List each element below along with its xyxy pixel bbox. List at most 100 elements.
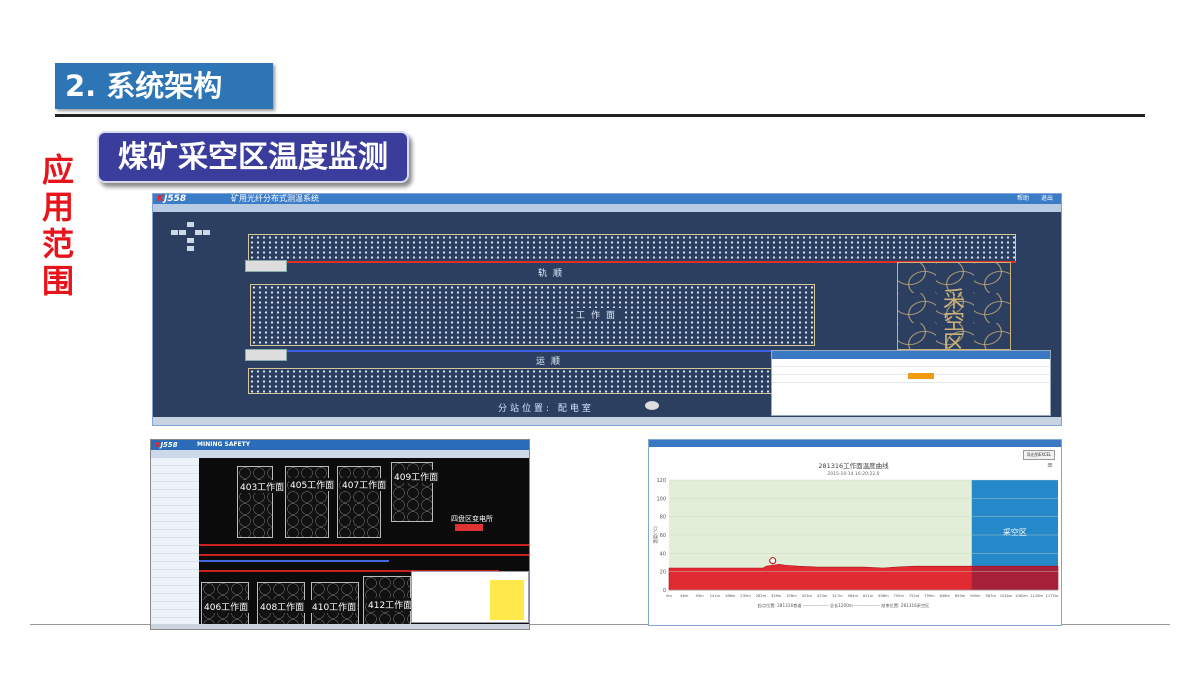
sidebar-item[interactable] (151, 530, 199, 538)
x-tick-label: 940m (970, 594, 981, 598)
mine-data-panel (411, 571, 529, 623)
sidebar-item[interactable] (151, 546, 199, 554)
zone-label-403: 403工作面 (239, 480, 286, 493)
roadway-bottom-label: 运顺 (536, 357, 567, 367)
menu-exit[interactable]: 退出 (1041, 195, 1053, 202)
x-tick-label: 329m (771, 594, 782, 598)
zone-label-406: 406工作面 (203, 600, 250, 613)
x-tick-label: 752m (909, 594, 920, 598)
x-tick-label: 1175m (1046, 594, 1059, 598)
info-bar (153, 204, 1061, 212)
alarm-table (771, 350, 1051, 416)
sidebar-item[interactable] (151, 554, 199, 562)
station-box-bottom[interactable] (245, 349, 287, 361)
chart-title: 281316工作面温度曲线 (818, 461, 889, 470)
workface-block (250, 284, 815, 346)
mine-sidebar (151, 458, 200, 629)
app-title: 矿用光纤分布式测温系统 (231, 194, 319, 203)
x-tick-label: 611m (863, 594, 874, 598)
x-tick-label: 46m (680, 594, 689, 598)
substation-label: 四盘区变电所 (451, 515, 493, 523)
x-tick-label: 846m (940, 594, 951, 598)
goaf-label: 采空区 (943, 288, 966, 357)
mine-titlebar: KJ558 MINING SAFETY (151, 440, 529, 450)
mine-taskbar (151, 624, 529, 629)
goaf-temperature-area (971, 566, 1058, 590)
x-tick-label: 705m (894, 594, 905, 598)
temperature-chart-window: 导出到EXCEL ≡ 0 20 40 60 80 100 120 0m 46m 93m 141m 18… (648, 439, 1062, 626)
zone-label-410: 410工作面 (311, 600, 358, 613)
main-roadway-line (199, 554, 529, 556)
zone-block[interactable] (285, 466, 329, 538)
sidebar-item[interactable] (151, 522, 199, 530)
sidebar-item[interactable] (151, 578, 199, 586)
alarm-status-badge (908, 373, 934, 379)
station-box-top[interactable] (245, 260, 287, 272)
sidebar-item[interactable] (151, 498, 199, 506)
temperature-chart: 0204060801001200m 46m 93m 141m 188m 235m 282m 3… (652, 461, 1059, 609)
x-tick-label: 1128m (1030, 594, 1043, 598)
mine-info-bar (151, 450, 529, 458)
location-pin-icon (769, 557, 777, 565)
nav-arrow-pad[interactable] (171, 222, 211, 258)
sidebar-item[interactable] (151, 458, 199, 466)
table-row[interactable] (772, 359, 1050, 367)
sidebar-item[interactable] (151, 466, 199, 474)
main-roadway-line (199, 544, 529, 546)
workface-label: 工作面 (573, 308, 625, 321)
mine-app-title: MINING SAFETY (197, 441, 251, 448)
sidebar-item[interactable] (151, 482, 199, 490)
mine-layout-screenshot: KJ558 MINING SAFETY 403工作面 405工作面 407工作面… (150, 439, 530, 630)
sidebar-item[interactable] (151, 570, 199, 578)
y-tick-label: 80 (660, 515, 666, 521)
chart-subtitle: 2015-10-14 16:20:22.0 (827, 471, 879, 477)
x-tick-label: 517m (832, 594, 843, 598)
x-tick-label: 282m (756, 594, 767, 598)
y-tick-label: 100 (656, 496, 666, 502)
sidebar-item[interactable] (151, 610, 199, 618)
x-tick-label: 423m (802, 594, 813, 598)
zone-block[interactable] (237, 466, 273, 538)
subtitle-badge: 煤矿采空区温度监测 (97, 131, 409, 183)
sidebar-item[interactable] (151, 474, 199, 482)
y-tick-label: 120 (656, 478, 666, 484)
zone-label-409: 409工作面 (393, 470, 440, 483)
sidebar-item[interactable] (151, 514, 199, 522)
x-tick-label: 1034m (1000, 594, 1013, 598)
section-title: 2. 系统架构 (55, 63, 273, 109)
menu-help[interactable]: 帮助 (1017, 195, 1029, 202)
y-tick-label: 20 (660, 570, 666, 576)
zone-label-407: 407工作面 (341, 478, 388, 491)
zone-block[interactable] (337, 466, 381, 538)
station-position: 分站位置: 配电室 (498, 404, 594, 414)
y-tick-label: 60 (660, 533, 666, 539)
mine-app-logo: KJ558 (155, 441, 178, 449)
x-tick-label: 893m (955, 594, 966, 598)
x-tick-label: 564m (848, 594, 859, 598)
zone-label-412: 412工作面 (367, 598, 414, 611)
x-tick-label: 0m (666, 594, 672, 598)
substation-marker[interactable] (455, 524, 483, 531)
zone-label-405: 405工作面 (289, 478, 336, 491)
taskbar (153, 417, 1061, 425)
roadway-top-label: 轨顺 (538, 269, 569, 279)
x-tick-label: 376m (786, 594, 797, 598)
zone-label-408: 408工作面 (259, 600, 306, 613)
sidebar-item[interactable] (151, 562, 199, 570)
sidebar-item[interactable] (151, 538, 199, 546)
sidebar-item[interactable] (151, 594, 199, 602)
upper-coal-block (248, 234, 1016, 262)
lower-coal-block (248, 368, 808, 394)
x-tick-label: 93m (696, 594, 705, 598)
x-tick-label: 799m (924, 594, 935, 598)
fiber-route-line (199, 560, 389, 562)
x-tick-label: 987m (986, 594, 997, 598)
sidebar-item[interactable] (151, 490, 199, 498)
chart-footer: 起点位置: 281316巷道 ----------------- 总长1200m… (758, 602, 930, 609)
sidebar-item[interactable] (151, 602, 199, 610)
section-divider (55, 114, 1145, 117)
goaf-monitor-screenshot: KJ558 矿用光纤分布式测温系统 帮助 退出 轨顺 工作面 采空区 运顺 分站… (152, 193, 1062, 426)
sidebar-item[interactable] (151, 586, 199, 594)
sidebar-item[interactable] (151, 506, 199, 514)
station-dot[interactable] (645, 401, 659, 410)
